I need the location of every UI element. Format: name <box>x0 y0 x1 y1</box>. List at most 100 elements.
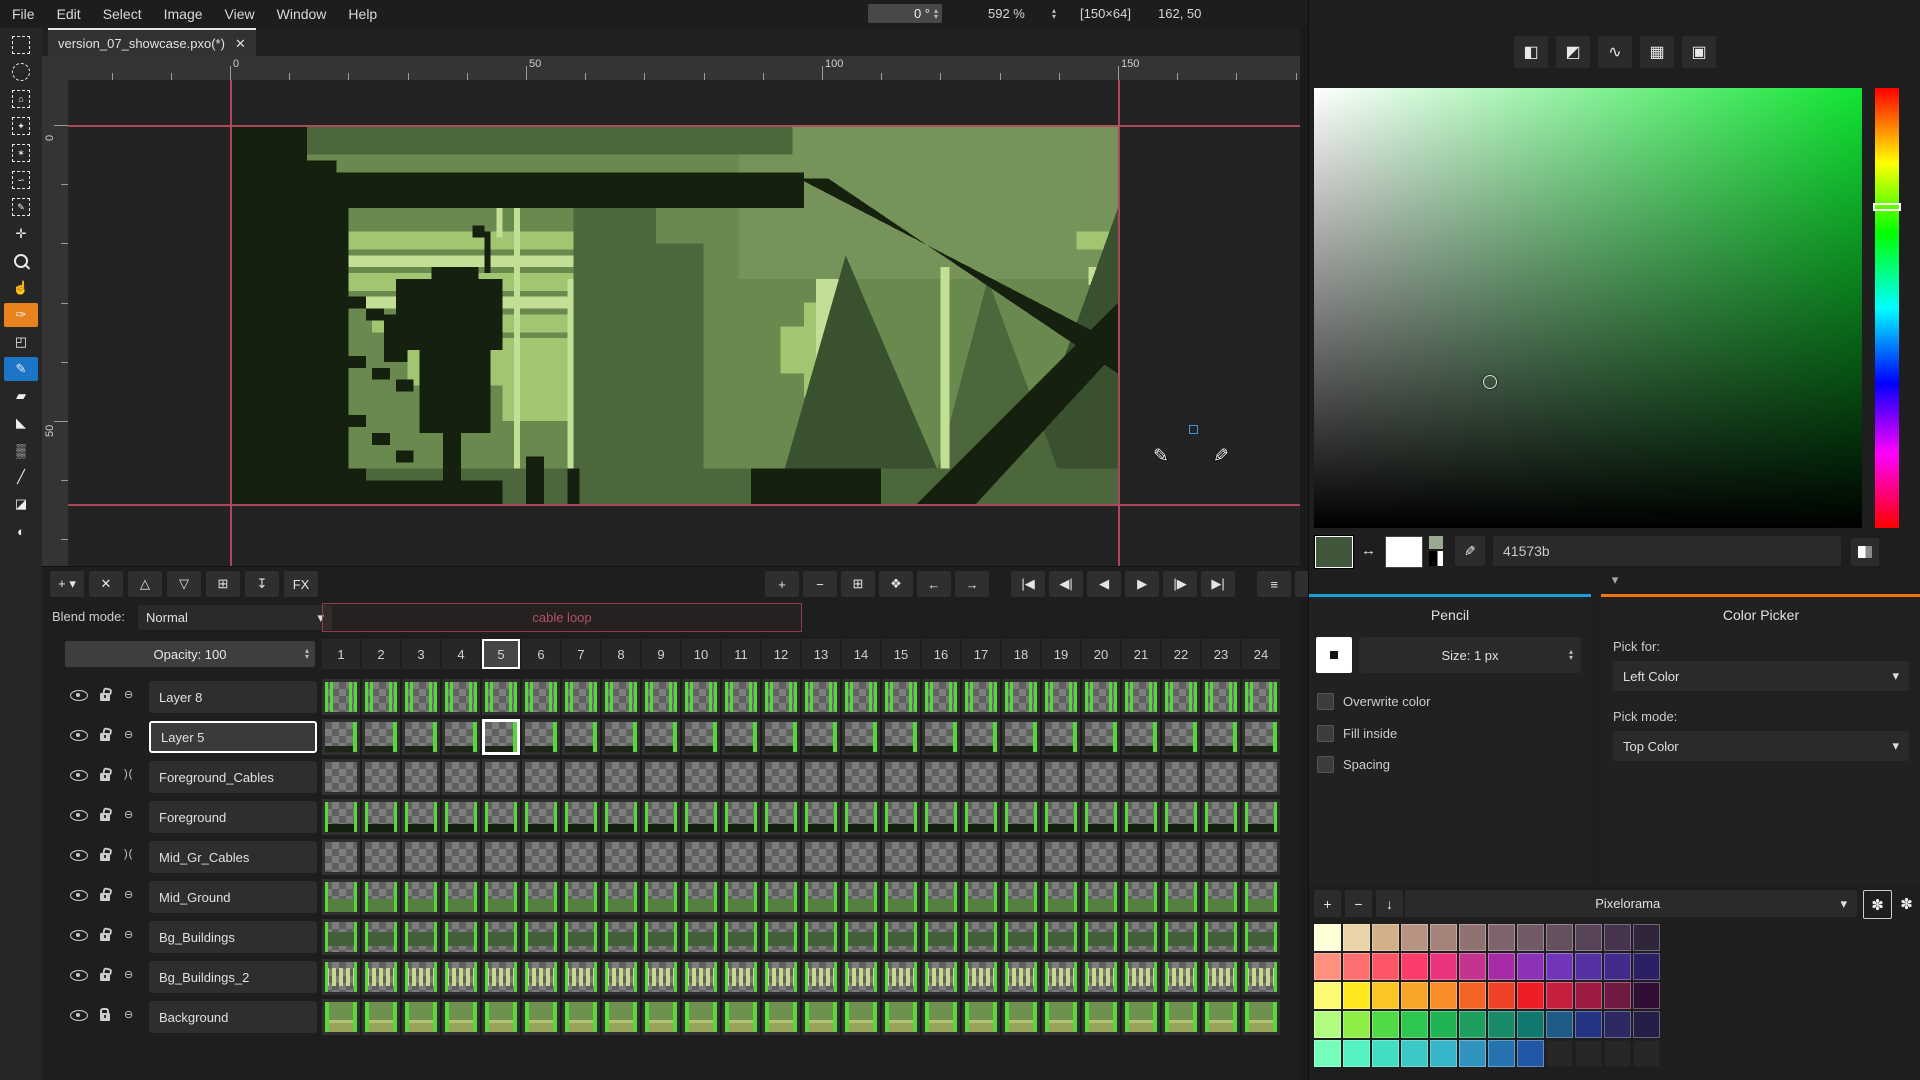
cel-bg-buildings-frame-6[interactable] <box>522 919 560 955</box>
layer-fx-button[interactable]: FX <box>284 571 318 597</box>
tool-crop[interactable]: ◰ <box>4 330 38 354</box>
cel-mid-ground-frame-20[interactable] <box>1082 879 1120 915</box>
cel-background-frame-2[interactable] <box>362 999 400 1035</box>
cel-mid-ground-frame-13[interactable] <box>802 879 840 915</box>
palette-swatch-22[interactable] <box>1575 953 1602 980</box>
layer-link-toggle[interactable]: ⊖ <box>124 808 134 821</box>
frame-number-9[interactable]: 9 <box>642 639 680 669</box>
layer-lock-toggle[interactable] <box>100 693 110 701</box>
layer-visibility-toggle[interactable] <box>70 890 88 901</box>
cel-layer-8-frame-10[interactable] <box>682 679 720 715</box>
hue-slider[interactable] <box>1875 88 1899 528</box>
cel-layer-5-frame-2[interactable] <box>362 719 400 755</box>
cel-background-frame-24[interactable] <box>1242 999 1280 1035</box>
cel-bg-buildings-2-frame-23[interactable] <box>1202 959 1240 995</box>
cel-foreground-frame-3[interactable] <box>402 799 440 835</box>
layer-name-layer-5[interactable]: Layer 5 <box>149 721 317 753</box>
palette-swatch-56[interactable] <box>1517 1040 1544 1067</box>
clone-frame-button[interactable]: ⊞ <box>841 571 875 597</box>
frame-tag-cable-loop[interactable]: cable loop <box>322 603 802 632</box>
cel-foreground-cables-frame-6[interactable] <box>522 759 560 795</box>
cel-foreground-cables-frame-21[interactable] <box>1122 759 1160 795</box>
palette-swatch-18[interactable] <box>1459 953 1486 980</box>
palette-swatch-2[interactable] <box>1343 924 1370 951</box>
palette-swatch-4[interactable] <box>1401 924 1428 951</box>
cel-foreground-cables-frame-24[interactable] <box>1242 759 1280 795</box>
cel-bg-buildings-2-frame-24[interactable] <box>1242 959 1280 995</box>
cel-mid-gr-cables-frame-19[interactable] <box>1042 839 1080 875</box>
palette-swatch-42[interactable] <box>1459 1011 1486 1038</box>
palette-swatch-48[interactable] <box>1633 1011 1660 1038</box>
menu-select[interactable]: Select <box>103 6 142 22</box>
cel-background-frame-21[interactable] <box>1122 999 1160 1035</box>
cel-foreground-cables-frame-3[interactable] <box>402 759 440 795</box>
frame-number-11[interactable]: 11 <box>722 639 760 669</box>
cel-layer-8-frame-24[interactable] <box>1242 679 1280 715</box>
cel-foreground-cables-frame-13[interactable] <box>802 759 840 795</box>
palette-swatch-1[interactable] <box>1314 924 1341 951</box>
cel-foreground-frame-19[interactable] <box>1042 799 1080 835</box>
move-frame-right-button[interactable]: → <box>955 571 989 597</box>
tool-rectangle-select[interactable] <box>4 33 38 57</box>
cel-bg-buildings-frame-15[interactable] <box>882 919 920 955</box>
frame-number-10[interactable]: 10 <box>682 639 720 669</box>
merge-layer-down-button[interactable]: ↧ <box>245 571 279 597</box>
play-forward-button[interactable]: ▶ <box>1125 571 1159 597</box>
cel-background-frame-15[interactable] <box>882 999 920 1035</box>
cel-mid-ground-frame-18[interactable] <box>1002 879 1040 915</box>
palette-swatch-19[interactable] <box>1488 953 1515 980</box>
frame-number-16[interactable]: 16 <box>922 639 960 669</box>
cel-bg-buildings-frame-19[interactable] <box>1042 919 1080 955</box>
palette-swatch-17[interactable] <box>1430 953 1457 980</box>
cel-view-menu-button[interactable]: ≡ <box>1257 571 1291 597</box>
brush-type-button[interactable] <box>1316 637 1352 673</box>
cel-layer-5-frame-19[interactable] <box>1042 719 1080 755</box>
remove-swatch-button[interactable]: − <box>1345 890 1372 917</box>
edit-palette-icon[interactable]: ✽ <box>1863 890 1892 919</box>
layer-link-toggle[interactable]: ⊖ <box>124 1008 134 1021</box>
cel-layer-5-frame-3[interactable] <box>402 719 440 755</box>
cel-layer-5-frame-17[interactable] <box>962 719 1000 755</box>
cel-mid-gr-cables-frame-24[interactable] <box>1242 839 1280 875</box>
cel-mid-gr-cables-frame-14[interactable] <box>842 839 880 875</box>
spacing-option[interactable]: Spacing <box>1317 756 1390 773</box>
brush-size-input[interactable]: Size: 1 px ▴▾ <box>1359 637 1581 673</box>
palette-swatch-12[interactable] <box>1633 924 1660 951</box>
palette-swatch-21[interactable] <box>1546 953 1573 980</box>
cel-layer-5-frame-4[interactable] <box>442 719 480 755</box>
cel-background-frame-7[interactable] <box>562 999 600 1035</box>
cel-foreground-cables-frame-11[interactable] <box>722 759 760 795</box>
cel-bg-buildings-frame-1[interactable] <box>322 919 360 955</box>
cel-mid-ground-frame-14[interactable] <box>842 879 880 915</box>
cel-layer-8-frame-15[interactable] <box>882 679 920 715</box>
palette-swatch-29[interactable] <box>1430 982 1457 1009</box>
cel-layer-8-frame-20[interactable] <box>1082 679 1120 715</box>
frame-number-8[interactable]: 8 <box>602 639 640 669</box>
tool-paint-select[interactable]: ✎ <box>4 195 38 219</box>
layer-lock-toggle[interactable] <box>100 933 110 941</box>
frame-number-15[interactable]: 15 <box>882 639 920 669</box>
cel-bg-buildings-2-frame-21[interactable] <box>1122 959 1160 995</box>
layer-lock-toggle[interactable] <box>100 893 110 901</box>
add-layer-button[interactable]: + ▾ <box>50 571 84 597</box>
move-layer-down-button[interactable]: ▽ <box>167 571 201 597</box>
frame-number-6[interactable]: 6 <box>522 639 560 669</box>
cel-bg-buildings-frame-14[interactable] <box>842 919 880 955</box>
layer-name-bg-buildings[interactable]: Bg_Buildings <box>149 921 317 953</box>
palette-swatch-13[interactable] <box>1314 953 1341 980</box>
cel-layer-8-frame-23[interactable] <box>1202 679 1240 715</box>
frame-number-18[interactable]: 18 <box>1002 639 1040 669</box>
layer-visibility-toggle[interactable] <box>70 730 88 741</box>
cel-foreground-cables-frame-1[interactable] <box>322 759 360 795</box>
layer-name-layer-8[interactable]: Layer 8 <box>149 681 317 713</box>
layer-link-toggle[interactable]: ⊖ <box>124 968 134 981</box>
layer-name-foreground[interactable]: Foreground <box>149 801 317 833</box>
layer-visibility-toggle[interactable] <box>70 930 88 941</box>
cel-layer-8-frame-17[interactable] <box>962 679 1000 715</box>
cel-mid-gr-cables-frame-2[interactable] <box>362 839 400 875</box>
brush-size-spinner-icon[interactable]: ▴▾ <box>1569 649 1573 661</box>
menu-window[interactable]: Window <box>277 6 327 22</box>
cel-background-frame-8[interactable] <box>602 999 640 1035</box>
cel-bg-buildings-frame-22[interactable] <box>1162 919 1200 955</box>
tool-move[interactable]: ✛ <box>4 222 38 246</box>
